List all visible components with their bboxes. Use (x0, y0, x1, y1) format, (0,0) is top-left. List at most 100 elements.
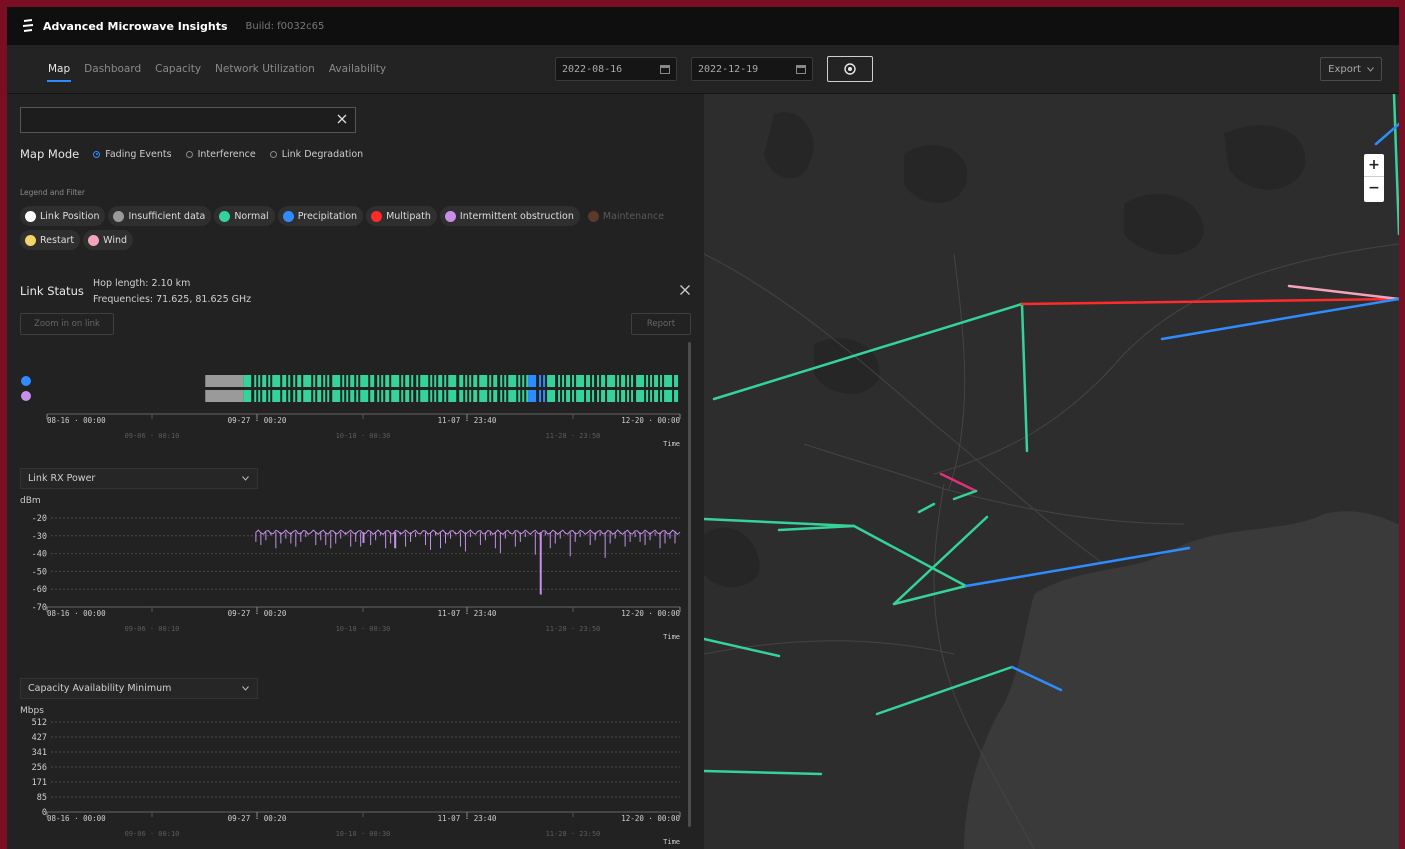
close-link-status-icon[interactable] (679, 284, 691, 296)
timeline-tick (243, 375, 252, 387)
nav-tabs: Map Dashboard Capacity Network Utilizati… (41, 45, 393, 93)
timeline-tick (592, 375, 595, 387)
zoom-out-button[interactable]: − (1364, 177, 1384, 199)
panel-scrollbar[interactable] (688, 342, 691, 827)
timeline-tick (401, 390, 404, 402)
apply-date-button[interactable] (827, 56, 873, 82)
time-axis-minor-label: 09-06 · 00:10 (125, 830, 180, 838)
timeline-tick (377, 375, 380, 387)
timeline-tick (493, 375, 498, 387)
chevron-down-icon (242, 686, 249, 691)
timeline-tick (282, 390, 287, 402)
radio-link-degradation[interactable]: Link Degradation (269, 148, 364, 160)
timeline-tick (469, 390, 472, 402)
timeline-tick (500, 375, 503, 387)
clear-search-icon[interactable] (335, 112, 349, 126)
timeline-tick (528, 375, 537, 387)
start-date-field[interactable]: 2022-08-16 (555, 57, 677, 81)
end-date-field[interactable]: 2022-12-19 (691, 57, 813, 81)
timeline-tick (327, 375, 330, 387)
timeline-tick (674, 375, 679, 387)
rx-y-tick-label: -60 (32, 585, 47, 595)
timeline-tick (621, 375, 626, 387)
timeline-tick (293, 375, 296, 387)
capacity-select[interactable]: Capacity Availability Minimum (20, 678, 258, 699)
legend-chip-restart[interactable]: Restart (20, 230, 81, 250)
time-axis-title: Time (663, 440, 680, 448)
legend-chip-intermittent-obstruction[interactable]: Intermittent obstruction (439, 206, 580, 226)
timeline-tick (617, 375, 620, 387)
timeline-tick (592, 390, 595, 402)
tab-map[interactable]: Map (41, 45, 77, 93)
legend-filter: Link Position Insufficient data Normal Prec… (20, 206, 690, 254)
timeline-tick (430, 390, 433, 402)
map-mode: Map Mode Fading Events Interference Link… (20, 147, 377, 161)
legend-swatch (371, 210, 383, 222)
map-view[interactable]: + − (704, 94, 1399, 849)
timeline-tick (631, 390, 634, 402)
timeline-tick (254, 375, 257, 387)
capacity-select-label: Capacity Availability Minimum (28, 683, 172, 694)
status-timeline-chart: 08-16 · 00:00 09-27 · 00:20 11-07 · 23:40 1… (21, 375, 681, 448)
timeline-tick (401, 375, 404, 387)
timeline-tick (317, 375, 322, 387)
timeline-tick (522, 390, 525, 402)
start-date-value: 2022-08-16 (562, 63, 623, 75)
timeline-tick (448, 375, 457, 387)
tab-availability[interactable]: Availability (322, 45, 393, 93)
tab-network-utilization[interactable]: Network Utilization (208, 45, 322, 93)
legend-chip-precipitation[interactable]: Precipitation (277, 206, 364, 226)
timeline-tick (313, 390, 316, 402)
radio-fading-events[interactable]: Fading Events (93, 149, 172, 160)
timeline-tick (601, 375, 606, 387)
timeline-tick (370, 375, 375, 387)
time-axis-minor-label: 10-18 · 00:30 (336, 830, 391, 838)
timeline-tick (586, 375, 591, 387)
legend-chip-multipath[interactable]: Multipath (366, 206, 437, 226)
timeline-tick (360, 390, 369, 402)
timeline-tick (323, 390, 326, 402)
legend-label: Wind (103, 234, 128, 246)
report-button[interactable]: Report (631, 313, 691, 335)
time-axis-major-label: 08-16 · 00:00 (47, 416, 106, 425)
timeline-tick (518, 390, 521, 402)
export-button[interactable]: Export (1320, 57, 1382, 81)
timeline-tick (323, 375, 326, 387)
series-dot-intermittent (21, 391, 31, 401)
time-axis-major-label: 12-20 · 00:00 (621, 416, 680, 425)
zoom-in-button[interactable]: + (1364, 154, 1384, 176)
legend-chip-wind[interactable]: Wind (83, 230, 134, 250)
calendar-icon (660, 65, 670, 74)
timeline-tick (346, 375, 349, 387)
timeline-tick (646, 390, 649, 402)
timeline-tick (405, 390, 410, 402)
app-title: Advanced Microwave Insights (43, 19, 228, 33)
tab-dashboard[interactable]: Dashboard (77, 45, 148, 93)
rx-y-tick-label: -30 (32, 532, 47, 542)
rx-y-tick-label: -70 (32, 603, 47, 613)
map-canvas[interactable] (704, 94, 1399, 849)
radio-interference[interactable]: Interference (185, 149, 256, 160)
timeline-tick (627, 390, 630, 402)
timeline-tick (601, 390, 606, 402)
timeline-tick (674, 390, 679, 402)
tab-capacity[interactable]: Capacity (148, 45, 208, 93)
radio-label: Link Degradation (281, 148, 364, 160)
legend-chip-insufficient-data[interactable]: Insufficient data (108, 206, 212, 226)
legend-chip-normal[interactable]: Normal (214, 206, 275, 226)
rx-power-select[interactable]: Link RX Power (20, 468, 258, 489)
legend-chip-link-position[interactable]: Link Position (20, 206, 106, 226)
zoom-in-on-link-button[interactable]: Zoom in on link (20, 313, 114, 335)
timeline-tick (566, 390, 571, 402)
timeline-tick (562, 390, 565, 402)
legend-chip-maintenance[interactable]: Maintenance (583, 206, 670, 226)
timeline-tick (391, 375, 400, 387)
timeline-tick (558, 375, 561, 387)
legend-label: Maintenance (602, 210, 665, 222)
timeline-tick (607, 375, 616, 387)
timeline-tick (268, 390, 271, 402)
timeline-tick (288, 375, 291, 387)
rx-power-chart: -20-30-40-50-60-70 08-16 · 00:00 09-27 · … (32, 514, 681, 641)
search-input[interactable] (21, 108, 329, 133)
build-id: Build: f0032c65 (245, 20, 325, 32)
